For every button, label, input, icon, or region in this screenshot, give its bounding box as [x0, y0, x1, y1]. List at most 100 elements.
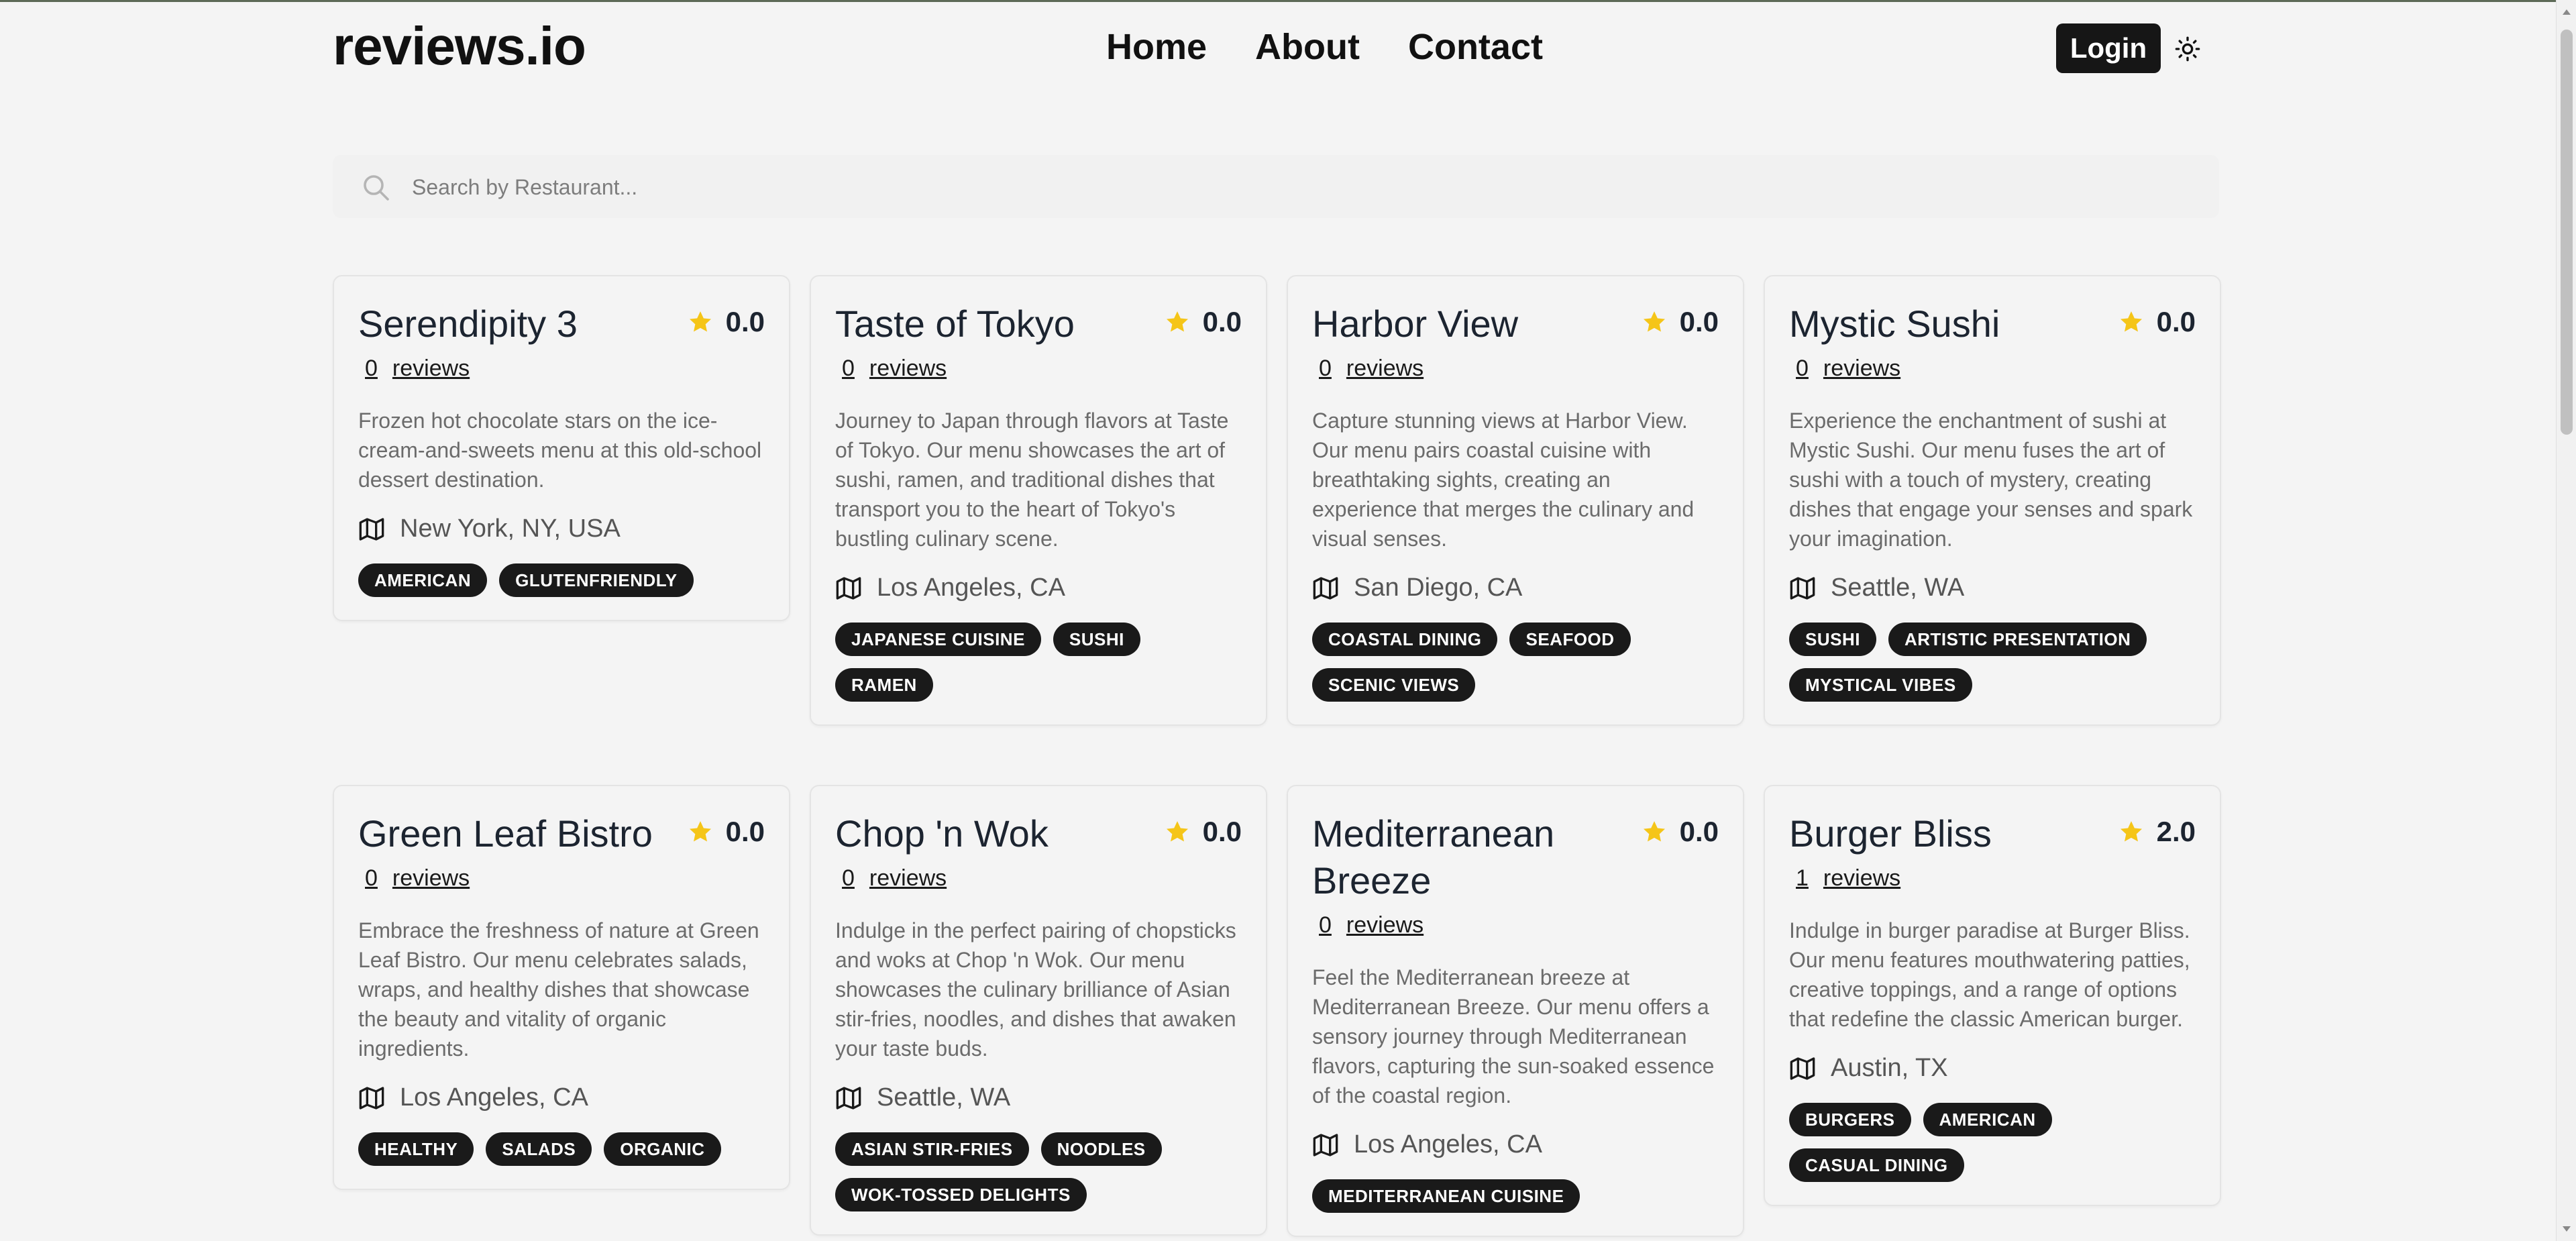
review-count[interactable]: 0 — [1319, 356, 1332, 382]
restaurant-card[interactable]: Mystic Sushi 0.0 0 reviews Experience the en… — [1764, 275, 2221, 726]
reviews-label[interactable]: reviews — [392, 356, 470, 382]
login-button[interactable]: Login — [2056, 23, 2161, 73]
restaurant-card[interactable]: Serendipity 3 0.0 0 reviews Frozen hot choco… — [333, 275, 790, 621]
card-header: Mystic Sushi 0.0 — [1789, 301, 2196, 347]
tag-badge[interactable]: SUSHI — [1053, 623, 1140, 656]
map-icon — [359, 517, 384, 541]
tag-badge[interactable]: CASUAL DINING — [1789, 1148, 1964, 1182]
restaurant-location: Seattle, WA — [835, 1083, 1242, 1112]
restaurant-name[interactable]: Burger Bliss — [1789, 810, 1992, 857]
nav-home-link[interactable]: Home — [1106, 26, 1207, 68]
rating: 0.0 — [1641, 816, 1719, 848]
tag-badge[interactable]: RAMEN — [835, 668, 933, 702]
reviews-label[interactable]: reviews — [1346, 356, 1424, 382]
tag-badge[interactable]: MYSTICAL VIBES — [1789, 668, 1972, 702]
reviews-label[interactable]: reviews — [1823, 865, 1900, 892]
tag-badge[interactable]: COASTAL DINING — [1312, 623, 1498, 656]
tag-badge[interactable]: GLUTENFRIENDLY — [499, 563, 694, 597]
tag-badge[interactable]: WOK-TOSSED DELIGHTS — [835, 1178, 1087, 1211]
reviews-link[interactable]: 1 reviews — [1789, 865, 2196, 892]
restaurant-card[interactable]: Chop 'n Wok 0.0 0 reviews Indulge in the per… — [810, 785, 1267, 1236]
tag-badge[interactable]: ARTISTIC PRESENTATION — [1888, 623, 2147, 656]
reviews-label[interactable]: reviews — [869, 865, 947, 892]
map-icon — [1790, 576, 1815, 600]
location-text: New York, NY, USA — [400, 515, 621, 543]
reviews-link[interactable]: 0 reviews — [1789, 356, 2196, 382]
restaurant-name[interactable]: Mediterranean Breeze — [1312, 810, 1627, 904]
restaurant-name[interactable]: Serendipity 3 — [358, 301, 578, 347]
restaurant-description: Embrace the freshness of nature at Green… — [358, 918, 759, 1061]
theme-toggle-button[interactable] — [2174, 36, 2201, 62]
reviews-link[interactable]: 0 reviews — [835, 865, 1242, 892]
restaurant-card[interactable]: Taste of Tokyo 0.0 0 reviews Journey to Japa… — [810, 275, 1267, 726]
tag-badge[interactable]: NOODLES — [1040, 1132, 1162, 1166]
reviews-label[interactable]: reviews — [392, 865, 470, 892]
tag-badge[interactable]: AMERICAN — [358, 563, 488, 597]
review-count[interactable]: 0 — [365, 865, 378, 892]
restaurant-description: Journey to Japan through flavors at Tast… — [835, 409, 1229, 551]
rating: 2.0 — [2118, 816, 2196, 848]
scroll-up-arrow-icon[interactable] — [2563, 9, 2571, 15]
location-text: Los Angeles, CA — [400, 1083, 588, 1112]
reviews-link[interactable]: 0 reviews — [358, 356, 765, 382]
review-count[interactable]: 1 — [1796, 865, 1809, 892]
nav-about-link[interactable]: About — [1255, 26, 1360, 68]
tag-list: JAPANESE CUISINE SUSHI RAMEN — [835, 623, 1242, 702]
rating: 0.0 — [1641, 306, 1719, 338]
review-count[interactable]: 0 — [842, 865, 855, 892]
scroll-thumb[interactable] — [2561, 30, 2573, 435]
rating: 0.0 — [1164, 816, 1242, 848]
restaurant-name[interactable]: Harbor View — [1312, 301, 1518, 347]
restaurant-description: Capture stunning views at Harbor View. O… — [1312, 409, 1695, 551]
restaurant-card[interactable]: Mediterranean Breeze 0.0 0 reviews Feel the … — [1287, 785, 1744, 1237]
nav-contact-link[interactable]: Contact — [1408, 26, 1543, 68]
scrollbar[interactable] — [2556, 0, 2576, 1241]
star-icon — [2120, 821, 2142, 842]
restaurant-card[interactable]: Harbor View 0.0 0 reviews Capture stunning v… — [1287, 275, 1744, 726]
location-text: San Diego, CA — [1354, 574, 1523, 602]
restaurant-name[interactable]: Chop 'n Wok — [835, 810, 1049, 857]
tag-badge[interactable]: SALADS — [486, 1132, 592, 1166]
restaurant-card[interactable]: Burger Bliss 2.0 1 reviews Indulge in burger… — [1764, 785, 2221, 1206]
reviews-link[interactable]: 0 reviews — [1312, 356, 1719, 382]
card-header: Serendipity 3 0.0 — [358, 301, 765, 347]
restaurant-description: Feel the Mediterranean breeze at Mediter… — [1312, 965, 1715, 1108]
restaurant-name[interactable]: Green Leaf Bistro — [358, 810, 653, 857]
review-count[interactable]: 0 — [842, 356, 855, 382]
review-count[interactable]: 0 — [1796, 356, 1809, 382]
location-text: Austin, TX — [1831, 1054, 1948, 1082]
rating: 0.0 — [2118, 306, 2196, 338]
reviews-link[interactable]: 0 reviews — [358, 865, 765, 892]
restaurant-location: Austin, TX — [1789, 1054, 2196, 1083]
tag-badge[interactable]: SEAFOOD — [1509, 623, 1631, 656]
search-bar — [333, 155, 2219, 219]
review-count[interactable]: 0 — [1319, 912, 1332, 938]
tag-badge[interactable]: HEALTHY — [358, 1132, 474, 1166]
tag-badge[interactable]: ASIAN STIR-FRIES — [835, 1132, 1029, 1166]
search-input[interactable] — [411, 155, 2157, 219]
tag-badge[interactable]: SUSHI — [1789, 623, 1876, 656]
reviews-label[interactable]: reviews — [869, 356, 947, 382]
card-header: Chop 'n Wok 0.0 — [835, 810, 1242, 857]
restaurant-card[interactable]: Green Leaf Bistro 0.0 0 reviews Embrace the … — [333, 785, 790, 1190]
tag-badge[interactable]: BURGERS — [1789, 1103, 1911, 1136]
tag-badge[interactable]: SCENIC VIEWS — [1312, 668, 1476, 702]
review-count[interactable]: 0 — [365, 356, 378, 382]
reviews-link[interactable]: 0 reviews — [835, 356, 1242, 382]
site-header: reviews.io Home About Contact Login — [333, 2, 2219, 96]
restaurant-name[interactable]: Taste of Tokyo — [835, 301, 1075, 347]
rating-value: 0.0 — [725, 816, 765, 847]
reviews-label[interactable]: reviews — [1823, 356, 1900, 382]
scroll-down-arrow-icon[interactable] — [2563, 1226, 2571, 1232]
tag-badge[interactable]: ORGANIC — [604, 1132, 721, 1166]
rating: 0.0 — [1164, 306, 1242, 338]
location-text: Los Angeles, CA — [1354, 1130, 1542, 1158]
location-text: Los Angeles, CA — [877, 574, 1065, 602]
restaurant-name[interactable]: Mystic Sushi — [1789, 301, 2000, 347]
reviews-label[interactable]: reviews — [1346, 912, 1424, 938]
tag-badge[interactable]: AMERICAN — [1923, 1103, 2052, 1136]
tag-badge[interactable]: MEDITERRANEAN CUISINE — [1312, 1179, 1580, 1213]
reviews-link[interactable]: 0 reviews — [1312, 912, 1719, 938]
tag-badge[interactable]: JAPANESE CUISINE — [835, 623, 1041, 656]
site-logo[interactable]: reviews.io — [333, 15, 586, 77]
